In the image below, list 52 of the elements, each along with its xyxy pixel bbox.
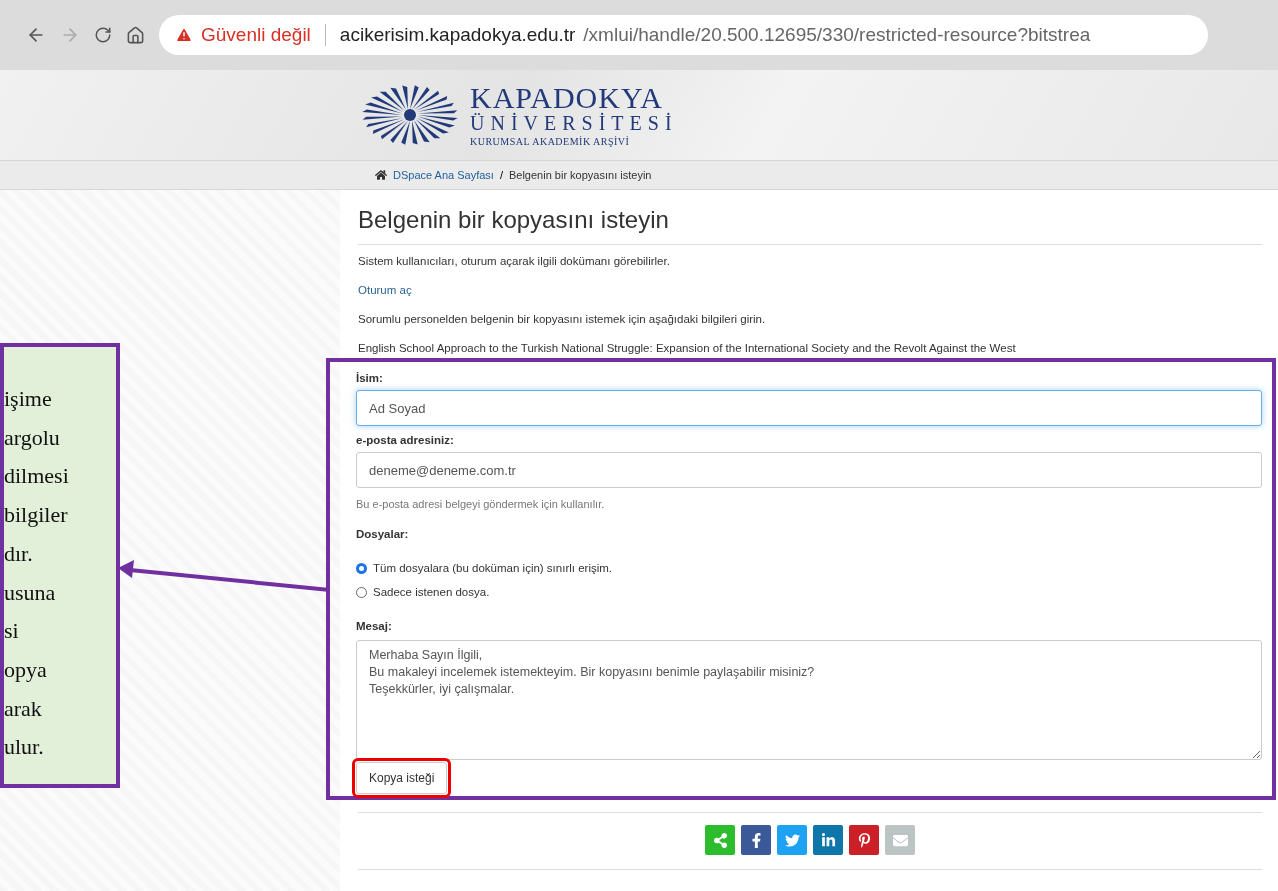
home-icon[interactable] (126, 25, 145, 45)
radio-button[interactable] (356, 562, 367, 574)
logo-subtitle: ÜNİVERSİTESİ (470, 113, 678, 133)
callout-text: bilgiler (4, 501, 68, 530)
share-icon (712, 832, 728, 848)
intro-text: Sistem kullanıcıları, oturum açarak ilgili dokümanı görebilirler. (358, 255, 671, 267)
breadcrumb-separator: / (499, 169, 503, 181)
help-text: Bu e-posta adresi belgeyi göndermek için kullanılır. (356, 498, 606, 510)
pinterest-icon (856, 832, 872, 848)
share-button[interactable] (813, 825, 843, 855)
radio-label: Sadece istenen dosya. (373, 586, 490, 598)
field-label: Mesaj: (356, 620, 393, 632)
callout-text: ulur. (4, 733, 44, 762)
field-label: e-posta adresiniz: (356, 434, 455, 446)
url-host: acikerisim.kapadokya.edu.tr (339, 24, 576, 46)
email-field[interactable]: deneme@deneme.com.tr (356, 452, 1262, 488)
field-label: Dosyalar: (356, 528, 410, 540)
current-page-label: Belgenin bir kopyasını isteyin (508, 169, 652, 181)
url-path: /xmlui/handle/20.500.12695/330/restricted-resource?bitstrea (583, 24, 1091, 46)
reload-icon[interactable] (94, 26, 112, 44)
logo-tagline: KURUMSAL AKADEMİK ARŞİVİ (470, 137, 631, 147)
share-button[interactable] (741, 825, 771, 855)
page-title: Belgenin bir kopyasını isteyin (358, 206, 1262, 245)
callout-text: argolu (4, 423, 60, 452)
instruction-text: Sorumlu personelden belgenin bir kopyasını istemek için aşağıdaki bilgileri girin. (358, 313, 767, 325)
callout-text: dilmesi (4, 462, 69, 491)
address-bar[interactable]: Güvenli değil acikerisim.kapadokya.edu.tr /xmlui/handle/20.500.12695/330/restricted-resource?bitstrea (159, 15, 1208, 55)
envelope-icon (892, 832, 908, 848)
radio-label: Tüm dosyalara (bu doküman için) sınırlı erişim. (373, 562, 613, 574)
document-title: English School Approach to the Turkish National Struggle: Expansion of the International Society and the Revolt Against the West (358, 342, 1017, 354)
warning-icon (175, 26, 193, 44)
home-icon (375, 169, 387, 181)
radio-button[interactable] (356, 586, 367, 598)
breadcrumb-link[interactable]: DSpace Ana Sayfası (393, 169, 494, 181)
message-field[interactable]: Merhaba Sayın İlgili, Bu makaleyi incelemek istemekteyim. Bir kopyasını benimle paylaşabilir misiniz? Teşekkürler, iyi çalışmalar. (356, 640, 1262, 760)
name-field[interactable]: Ad Soyad (356, 390, 1262, 426)
share-button[interactable] (849, 825, 879, 855)
callout-text: dır. (4, 539, 33, 568)
callout-text: işime (4, 385, 52, 413)
request-copy-button[interactable]: Kopya isteği (356, 762, 448, 794)
twitter-icon (784, 832, 800, 848)
security-status: Güvenli değil (201, 24, 311, 46)
logo-name: KAPADOKYA (470, 83, 663, 113)
callout-text: si (4, 617, 19, 646)
login-link[interactable]: Oturum aç (358, 284, 1262, 296)
sunburst-logo-icon (360, 83, 460, 147)
share-button[interactable] (777, 825, 807, 855)
callout-text: arak (4, 694, 42, 723)
linkedin-icon (820, 832, 836, 848)
callout-text: usuna (4, 578, 56, 607)
field-label: İsim: (356, 372, 384, 384)
callout-text: opya (4, 655, 47, 684)
